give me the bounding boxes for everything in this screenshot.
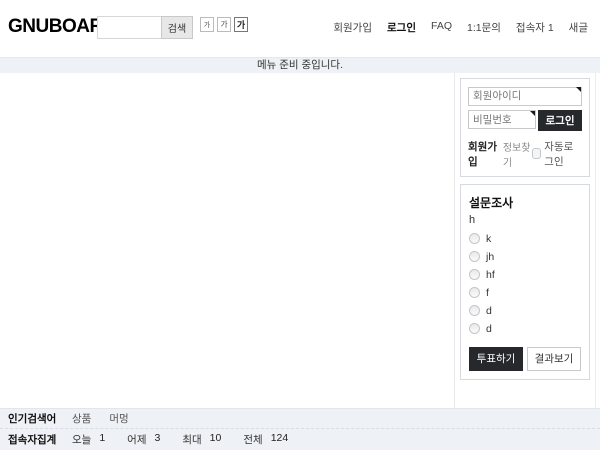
search-input[interactable]: [97, 16, 161, 39]
visitor-stats-row: 접속자집계 오늘 1 어제 3 최대 10 전체 124: [0, 429, 600, 449]
radio-icon[interactable]: [469, 305, 480, 316]
popular-keywords-row: 인기검색어 상품 머멍: [0, 409, 600, 429]
font-default-button[interactable]: 가: [217, 17, 231, 32]
poll-question: h: [469, 214, 581, 226]
auto-login-label: 자동로그인: [544, 139, 582, 169]
stat-yesterday: 어제 3: [127, 432, 160, 447]
search-group: 검색: [97, 16, 193, 39]
keyword-link[interactable]: 머멍: [109, 411, 128, 426]
popular-keywords-label: 인기검색어: [8, 411, 72, 426]
radio-icon[interactable]: [469, 287, 480, 298]
member-id-input[interactable]: [468, 87, 582, 106]
radio-icon[interactable]: [469, 251, 480, 262]
font-smaller-button[interactable]: 가: [200, 17, 214, 32]
nav-login[interactable]: 로그인: [387, 20, 416, 35]
poll-options: k jh hf f d: [469, 233, 581, 335]
poll-option-label: hf: [486, 269, 495, 281]
poll-option-label: f: [486, 287, 489, 299]
nav-visitors[interactable]: 접속자 1: [516, 20, 554, 35]
stat-max: 최대 10: [182, 432, 221, 447]
keyword-link[interactable]: 상품: [72, 411, 91, 426]
poll-option[interactable]: f: [469, 287, 581, 299]
member-id-required-marker-icon: [468, 86, 582, 106]
content-area: 로그인 회원가입 정보찾기 자동로그인 설문조사 h k: [0, 73, 596, 408]
password-required-marker-icon: [468, 110, 536, 131]
register-link[interactable]: 회원가입: [468, 139, 499, 169]
poll-option[interactable]: jh: [469, 251, 581, 263]
poll-option-label: jh: [486, 251, 494, 263]
find-info-link[interactable]: 정보찾기: [503, 139, 532, 169]
visitor-stats-label: 접속자집계: [8, 432, 72, 447]
poll-title: 설문조사: [469, 194, 581, 211]
font-size-buttons: 가 가 가: [200, 17, 248, 32]
poll-result-button[interactable]: 결과보기: [527, 347, 581, 371]
nav-new-posts[interactable]: 새글: [569, 20, 588, 35]
poll-option[interactable]: k: [469, 233, 581, 245]
top-nav: 회원가입 로그인 FAQ 1:1문의 접속자 1 새글: [333, 20, 588, 35]
search-button[interactable]: 검색: [161, 16, 193, 39]
nav-faq[interactable]: FAQ: [431, 20, 452, 35]
poll-box: 설문조사 h k jh hf f: [460, 184, 590, 380]
font-larger-button[interactable]: 가: [234, 17, 248, 32]
header: GNUBOARD5 검색 가 가 가 회원가입 로그인 FAQ 1:1문의 접속…: [0, 0, 600, 57]
login-box: 로그인 회원가입 정보찾기 자동로그인: [460, 78, 590, 177]
stat-total: 전체 124: [243, 432, 288, 447]
stat-today: 오늘 1: [72, 432, 105, 447]
poll-option-label: d: [486, 323, 492, 335]
radio-icon[interactable]: [469, 323, 480, 334]
footer: 인기검색어 상품 머멍 접속자집계 오늘 1 어제 3 최대 10 전체 124: [0, 408, 600, 450]
poll-option[interactable]: d: [469, 305, 581, 317]
main-content-empty: [0, 73, 455, 408]
menu-bar-message: 메뉴 준비 중입니다.: [0, 57, 600, 73]
poll-option-label: k: [486, 233, 491, 245]
poll-option[interactable]: d: [469, 323, 581, 335]
sidebar: 로그인 회원가입 정보찾기 자동로그인 설문조사 h k: [455, 73, 595, 408]
nav-register[interactable]: 회원가입: [333, 20, 372, 35]
radio-icon[interactable]: [469, 269, 480, 280]
vote-button[interactable]: 투표하기: [469, 347, 523, 371]
password-input[interactable]: [468, 110, 536, 129]
poll-option[interactable]: hf: [469, 269, 581, 281]
radio-icon[interactable]: [469, 233, 480, 244]
login-button[interactable]: 로그인: [538, 110, 582, 131]
nav-qa[interactable]: 1:1문의: [467, 20, 501, 35]
poll-option-label: d: [486, 305, 492, 317]
auto-login-checkbox[interactable]: [532, 148, 541, 159]
